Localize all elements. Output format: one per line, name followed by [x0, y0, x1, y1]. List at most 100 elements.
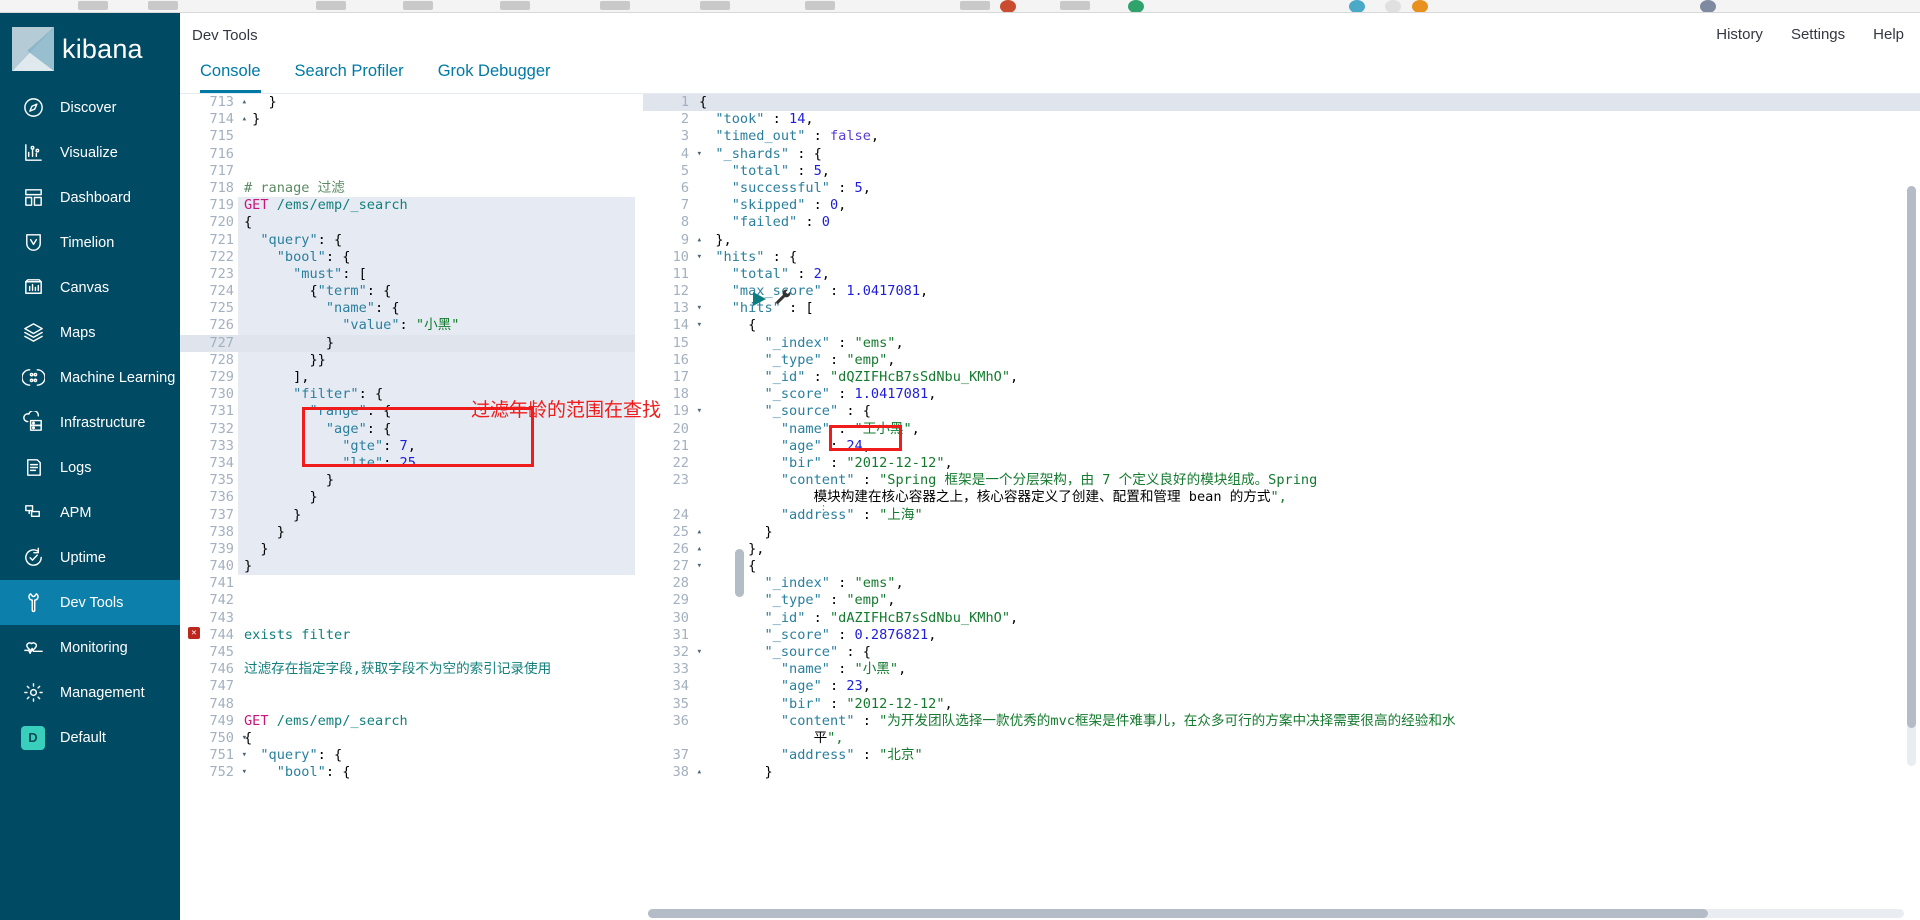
line-number[interactable]: 17: [643, 369, 693, 386]
tab-console[interactable]: Console: [200, 62, 261, 93]
code-line[interactable]: "skipped" : 0,: [693, 197, 1920, 214]
line-number[interactable]: 749: [180, 713, 238, 730]
line-number[interactable]: 8: [643, 214, 693, 231]
sidebar-item-machine-learning[interactable]: Machine Learning: [0, 355, 180, 400]
code-line[interactable]: "age" : 23,: [693, 678, 1920, 695]
code-line[interactable]: "bool": {: [238, 248, 635, 266]
code-line[interactable]: "address" : "上海": [693, 507, 1920, 524]
line-number[interactable]: 725▾: [180, 300, 247, 317]
line-number[interactable]: 28: [643, 575, 693, 592]
wrench-icon[interactable]: [775, 289, 793, 307]
line-number[interactable]: 739▴: [180, 541, 247, 558]
request-code[interactable]: } } # ranage 过滤 GET /ems/emp/_search{ "qu…: [238, 94, 635, 920]
code-line[interactable]: "successful" : 5,: [693, 180, 1920, 197]
code-line[interactable]: "total" : 2,: [693, 266, 1920, 283]
line-number[interactable]: 719: [180, 197, 238, 214]
response-editor[interactable]: 1▾234▾56789▴10▾111213▾14▾1516171819▾2021…: [643, 94, 1920, 920]
code-line[interactable]: {: [693, 94, 1920, 112]
line-number[interactable]: 23: [643, 472, 693, 489]
line-number[interactable]: 737▴: [180, 507, 247, 524]
line-number[interactable]: 1▾: [643, 94, 702, 112]
line-number[interactable]: 742: [180, 592, 238, 609]
request-editor[interactable]: 713▴714▴715716717718719720▾721▾722▾723▾7…: [180, 94, 635, 920]
code-line[interactable]: }: [238, 111, 635, 128]
sidebar-item-infrastructure[interactable]: Infrastructure: [0, 400, 180, 445]
line-number[interactable]: 5: [643, 163, 693, 180]
code-line[interactable]: {"term": {: [238, 283, 635, 301]
request-vertical-scrollbar[interactable]: [735, 549, 744, 597]
tab-search-profiler[interactable]: Search Profiler: [295, 62, 404, 93]
code-line[interactable]: "total" : 5,: [693, 163, 1920, 180]
code-line[interactable]: [238, 163, 635, 180]
line-number[interactable]: 14 ▾: [643, 317, 702, 334]
code-line[interactable]: "_index" : "ems",: [693, 575, 1920, 592]
line-number[interactable]: 718: [180, 180, 238, 197]
line-number[interactable]: 723▾: [180, 266, 247, 283]
code-line[interactable]: ],: [238, 369, 635, 387]
line-number[interactable]: 730▾: [180, 386, 247, 403]
code-line[interactable]: "query": {: [238, 747, 635, 764]
code-line[interactable]: "_type" : "emp",: [693, 592, 1920, 609]
code-line[interactable]: }: [238, 334, 635, 352]
code-line[interactable]: exists filter: [238, 627, 635, 644]
sidebar-item-discover[interactable]: Discover: [0, 85, 180, 130]
pane-drag-handle[interactable]: ⋮: [818, 505, 829, 521]
line-number[interactable]: 733: [180, 438, 238, 455]
code-line[interactable]: }: [238, 472, 635, 490]
code-line[interactable]: [238, 146, 635, 163]
line-number[interactable]: 29: [643, 592, 693, 609]
browser-tab-strip[interactable]: [0, 0, 1920, 13]
browser-tab-stub[interactable]: [960, 1, 990, 10]
line-number[interactable]: [643, 489, 693, 506]
line-number[interactable]: 714 ▴: [180, 111, 247, 128]
code-line[interactable]: },: [693, 541, 1920, 558]
code-line[interactable]: "_index" : "ems",: [693, 335, 1920, 352]
code-line[interactable]: [238, 678, 635, 695]
code-line[interactable]: }: [693, 524, 1920, 541]
code-line[interactable]: "_score" : 0.2876821,: [693, 627, 1920, 644]
code-line[interactable]: "max_score" : 1.0417081,: [693, 283, 1920, 300]
play-icon[interactable]: [750, 290, 768, 308]
line-number[interactable]: 743: [180, 610, 238, 627]
code-line[interactable]: }: [238, 506, 635, 524]
code-line[interactable]: "age": {: [238, 420, 635, 438]
browser-tab-stub[interactable]: [805, 1, 835, 10]
sidebar-item-management[interactable]: Management: [0, 670, 180, 715]
line-number[interactable]: 728▴: [180, 352, 247, 369]
code-line[interactable]: }: [693, 764, 1920, 781]
error-marker-icon[interactable]: ✕: [188, 626, 200, 639]
line-number[interactable]: 717: [180, 163, 238, 180]
line-number[interactable]: 15: [643, 335, 693, 352]
code-line[interactable]: "age" : 24,: [693, 438, 1920, 455]
code-line[interactable]: "_shards" : {: [693, 146, 1920, 163]
code-line[interactable]: {: [693, 317, 1920, 334]
line-number[interactable]: 6: [643, 180, 693, 197]
line-number[interactable]: 716: [180, 146, 238, 163]
sidebar-item-maps[interactable]: Maps: [0, 310, 180, 355]
code-line[interactable]: "_id" : "dQZIFHcB7sSdNbu_KMhO",: [693, 369, 1920, 386]
sidebar-item-default[interactable]: D Default: [0, 715, 180, 760]
sidebar-item-uptime[interactable]: Uptime: [0, 535, 180, 580]
browser-tab-stub[interactable]: [316, 1, 346, 10]
pane-divider[interactable]: [636, 94, 643, 920]
line-number[interactable]: 21: [643, 438, 693, 455]
line-number[interactable]: 35: [643, 696, 693, 713]
request-gutter[interactable]: 713▴714▴715716717718719720▾721▾722▾723▾7…: [180, 94, 247, 920]
code-line[interactable]: [238, 610, 635, 627]
line-number[interactable]: 4 ▾: [643, 146, 702, 163]
code-line[interactable]: "bir" : "2012-12-12",: [693, 696, 1920, 713]
kibana-logo[interactable]: kibana: [0, 13, 180, 85]
code-line[interactable]: 模块构建在核心容器之上，核心容器定义了创建、配置和管理 bean 的方式",: [693, 489, 1920, 506]
line-number[interactable]: 750 ▾: [180, 730, 247, 747]
line-number[interactable]: 751 ▾: [180, 747, 247, 764]
code-line[interactable]: {: [238, 214, 635, 232]
code-line[interactable]: GET /ems/emp/_search: [238, 197, 635, 215]
response-vertical-scrollbar[interactable]: [1907, 186, 1916, 766]
line-number[interactable]: 33: [643, 661, 693, 678]
line-number[interactable]: 735▴: [180, 472, 247, 489]
browser-tab-stub[interactable]: [148, 1, 178, 10]
code-line[interactable]: "_source" : {: [693, 644, 1920, 661]
code-line[interactable]: {: [693, 558, 1920, 575]
line-number[interactable]: 729▴: [180, 369, 247, 386]
line-number[interactable]: 731▾: [180, 403, 247, 420]
